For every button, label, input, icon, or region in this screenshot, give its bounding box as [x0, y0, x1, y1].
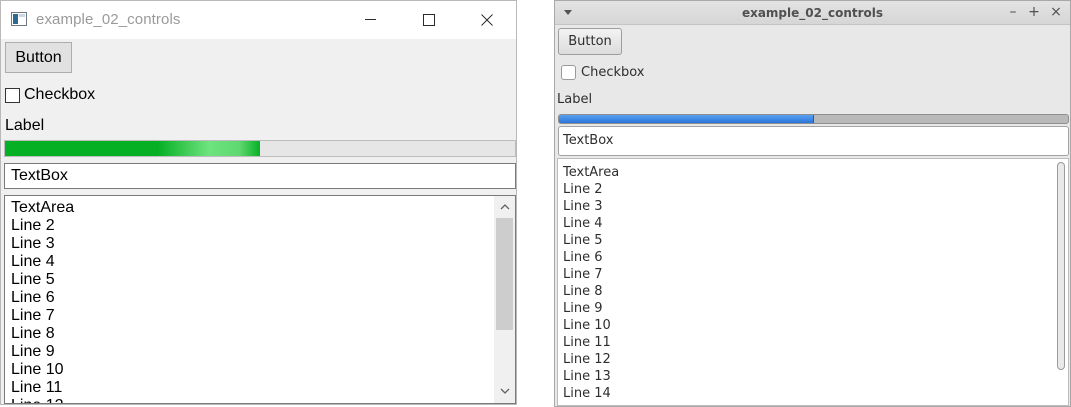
progress-fill [5, 141, 260, 156]
progress-fill [559, 115, 814, 123]
window-title: example_02_controls [741, 6, 884, 20]
textarea-line: Line 10 [563, 318, 611, 333]
checkbox-label[interactable]: Checkbox [24, 86, 95, 104]
minimize-icon[interactable]: – [1005, 4, 1021, 20]
chevron-up-glyph [500, 203, 509, 209]
textarea-line: Line 11 [563, 335, 611, 350]
textarea-line: Line 7 [11, 307, 55, 324]
maximize-icon[interactable] [399, 1, 457, 39]
textarea-line: Line 2 [563, 182, 603, 197]
label: Label [557, 92, 593, 107]
checkbox-label[interactable]: Checkbox [581, 65, 645, 80]
label: Label [5, 117, 45, 134]
textarea-line: Line 9 [563, 301, 603, 316]
textarea-line: Line 5 [563, 233, 603, 248]
textarea-line: Line 14 [563, 386, 611, 401]
textarea-line: Line 13 [563, 369, 611, 384]
chevron-down-glyph [500, 388, 509, 394]
textarea-line: Line 4 [11, 253, 55, 270]
textarea-line: Line 5 [11, 271, 55, 288]
textarea-line: Line 7 [563, 267, 603, 282]
textarea-line: Line 11 [11, 379, 63, 396]
textarea-content: TextArea Line 2 Line 3 Line 4 Line 5 Line 6 Li… [11, 199, 75, 403]
textarea-line: Line 10 [11, 361, 64, 378]
textarea-line: Line 3 [11, 235, 55, 252]
textarea[interactable]: TextArea Line 2 Line 3 Line 4 Line 5 Line 6 Li… [557, 158, 1069, 406]
app-icon [11, 12, 27, 26]
button[interactable]: Button [5, 42, 72, 73]
maximize-icon[interactable]: + [1026, 4, 1042, 20]
scrollbar-thumb[interactable] [496, 218, 513, 330]
chevron-up-icon[interactable] [494, 196, 515, 217]
textarea-line: TextArea [11, 199, 75, 216]
window-left: example_02_controls Button Checkbox Labe… [0, 0, 517, 405]
textarea-line: Line 8 [563, 284, 603, 299]
textarea-line: Line 12 [563, 352, 611, 367]
textarea-line: Line 4 [563, 216, 603, 231]
title-bar[interactable]: example_02_controls – + × [555, 1, 1070, 25]
button[interactable]: Button [558, 28, 622, 55]
window-title: example_02_controls [36, 11, 181, 28]
title-bar[interactable]: example_02_controls [1, 1, 516, 39]
vertical-scrollbar[interactable] [494, 196, 515, 403]
progress-bar [4, 140, 516, 157]
textarea-line: Line 3 [563, 199, 603, 214]
chevron-down-icon[interactable] [494, 380, 515, 401]
textarea-line: Line 9 [11, 343, 55, 360]
textarea-line: Line 2 [11, 217, 55, 234]
textarea-content: TextArea Line 2 Line 3 Line 4 Line 5 Line 6 Li… [563, 164, 619, 402]
textarea-line: Line 6 [11, 289, 55, 306]
progress-bar [558, 114, 1069, 124]
checkbox[interactable] [5, 88, 20, 103]
close-icon[interactable]: × [1048, 4, 1064, 20]
textarea-line: TextArea [563, 165, 620, 180]
close-glyph [481, 14, 493, 26]
textarea-line: Line 12 [11, 397, 74, 403]
textbox[interactable]: TextBox [558, 126, 1069, 156]
close-icon[interactable] [457, 1, 515, 39]
textarea-line: Line 8 [11, 325, 55, 342]
textarea[interactable]: TextArea Line 2 Line 3 Line 4 Line 5 Line 6 Li… [4, 195, 516, 404]
textarea-line: Line 6 [563, 250, 603, 265]
textbox[interactable]: TextBox [4, 163, 516, 189]
vertical-scrollbar[interactable] [1057, 162, 1065, 370]
checkbox[interactable] [561, 65, 576, 80]
window-right: example_02_controls – + × Button Checkbo… [554, 0, 1071, 407]
minimize-icon[interactable] [341, 1, 399, 39]
